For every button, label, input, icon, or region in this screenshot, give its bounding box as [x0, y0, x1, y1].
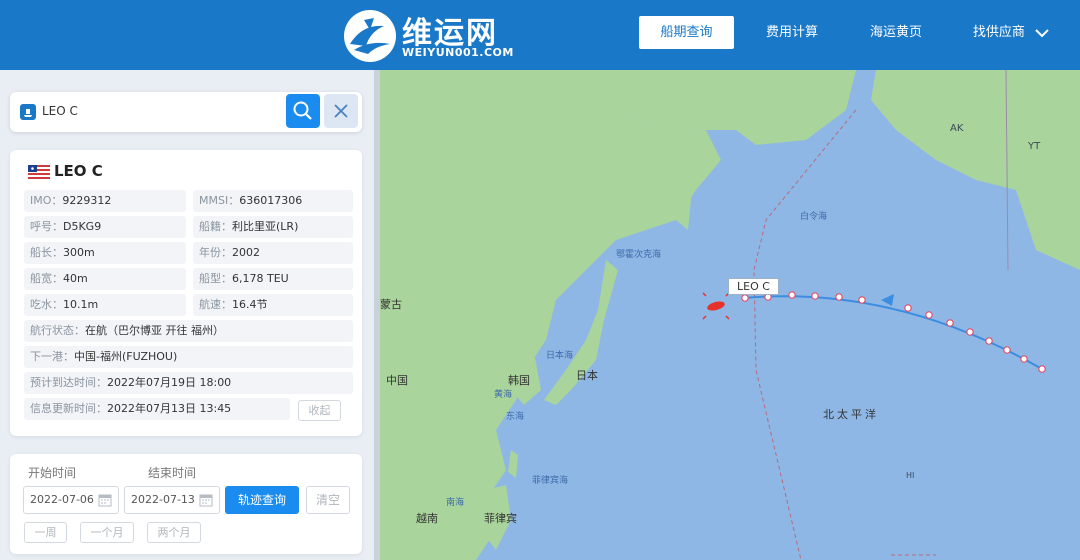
- field-eta: 预计到达时间：2022年07月19日 18:00: [24, 372, 353, 394]
- calendar-icon: [199, 494, 213, 507]
- ship-type-icon: [20, 104, 36, 120]
- end-date-input[interactable]: 2022-07-13: [124, 486, 220, 514]
- ship-search-box: LEO C: [10, 92, 362, 132]
- field-beam: 船宽：40m: [24, 268, 186, 290]
- map-label-east-china-sea: 东海: [506, 412, 525, 422]
- map-canvas: [376, 70, 1080, 560]
- nav-find-supplier-label: 找供应商: [972, 25, 1025, 40]
- quick-two-months-button[interactable]: 两个月: [147, 522, 201, 543]
- collapse-button[interactable]: 收起: [298, 400, 341, 421]
- field-callsign: 呼号：D5KG9: [24, 216, 186, 238]
- map-label-philippines: 菲律宾: [484, 512, 517, 525]
- map-label-korea: 韩国: [508, 374, 530, 387]
- ship-map-label[interactable]: LEO C: [728, 278, 779, 295]
- search-icon: [293, 101, 312, 120]
- map-label-mongolia: 蒙古: [380, 298, 402, 311]
- map-label-okhotsk-sea: 鄂霍次克海: [616, 250, 662, 260]
- top-header: 维运网 WEIYUN001.COM 船期查询 费用计算 海运黄页 找供应商: [0, 0, 1080, 70]
- map-label-yt: YT: [1028, 141, 1041, 152]
- ship-marker-icon: [702, 292, 730, 320]
- quick-one-month-button[interactable]: 一个月: [80, 522, 134, 543]
- map-label-sea-of-japan: 日本海: [546, 351, 574, 361]
- flag-liberia-icon: [28, 165, 50, 179]
- map-label-ak: AK: [950, 123, 964, 134]
- nav-yellow-pages[interactable]: 海运黄页: [852, 16, 940, 49]
- field-updated-time: 信息更新时间：2022年07月13日 13:45: [24, 398, 290, 420]
- chevron-down-icon: [1035, 28, 1049, 37]
- nav-find-supplier[interactable]: 找供应商: [966, 16, 1056, 49]
- field-nav-status: 航行状态：在航（巴尔博亚 开往 福州）: [24, 320, 353, 342]
- map-label-japan: 日本: [576, 369, 598, 382]
- quick-one-week-button[interactable]: 一周: [24, 522, 67, 543]
- map-label-yellow-sea: 黄海: [494, 390, 513, 400]
- end-date-value: 2022-07-13: [131, 493, 195, 506]
- start-time-label: 开始时间: [28, 466, 77, 480]
- left-panel: LEO C LEO C IMO：9229312 MMSI：636017306 呼…: [0, 70, 374, 560]
- close-icon: [334, 104, 348, 118]
- field-imo: IMO：9229312: [24, 190, 186, 212]
- map-label-vietnam: 越南: [416, 512, 438, 525]
- field-draught: 吃水：10.1m: [24, 294, 186, 316]
- field-mmsi: MMSI：636017306: [193, 190, 353, 212]
- map-label-hi: HI: [906, 471, 915, 480]
- map-label-bering-sea: 白令海: [800, 212, 828, 222]
- end-time-label: 结束时间: [148, 466, 197, 480]
- field-next-port: 下一港：中国-福州(FUZHOU): [24, 346, 353, 368]
- map-label-philippine-sea: 菲律宾海: [532, 476, 569, 486]
- site-logo[interactable]: 维运网 WEIYUN001.COM: [340, 6, 540, 66]
- map-label-north-pacific: 北太平洋: [823, 408, 879, 421]
- start-date-input[interactable]: 2022-07-06: [23, 486, 119, 514]
- ship-track-line: [743, 295, 1043, 370]
- track-query-card: 开始时间 结束时间 2022-07-06 2022-07-13 轨迹查询 清空 …: [10, 454, 362, 554]
- search-button[interactable]: [286, 94, 320, 128]
- search-input[interactable]: LEO C: [42, 104, 78, 118]
- clear-button[interactable]: 清空: [306, 486, 350, 514]
- field-year: 年份：2002: [193, 242, 353, 264]
- logo-text-en: WEIYUN001.COM: [402, 46, 514, 59]
- map-label-china: 中国: [386, 374, 408, 387]
- nav-schedule-query[interactable]: 船期查询: [639, 16, 734, 49]
- ship-info-card: LEO C IMO：9229312 MMSI：636017306 呼号：D5KG…: [10, 150, 362, 436]
- field-flag: 船籍：利比里亚(LR): [193, 216, 353, 238]
- panel-divider[interactable]: [374, 70, 380, 560]
- ship-map[interactable]: AK YT 白令海 鄂霍次克海 蒙古 日本海 中国 韩国 日本 黄海 东海 北太…: [376, 70, 1080, 560]
- ship-name: LEO C: [54, 162, 103, 180]
- logo-wave-icon: [344, 10, 396, 62]
- field-length: 船长：300m: [24, 242, 186, 264]
- start-date-value: 2022-07-06: [30, 493, 94, 506]
- track-query-button[interactable]: 轨迹查询: [225, 486, 299, 514]
- field-speed: 航速：16.4节: [193, 294, 353, 316]
- clear-search-button[interactable]: [324, 94, 358, 128]
- nav-cost-calc[interactable]: 费用计算: [748, 16, 836, 49]
- calendar-icon: [98, 494, 112, 507]
- field-type: 船型：6,178 TEU: [193, 268, 353, 290]
- map-label-south-china-sea: 南海: [446, 498, 465, 508]
